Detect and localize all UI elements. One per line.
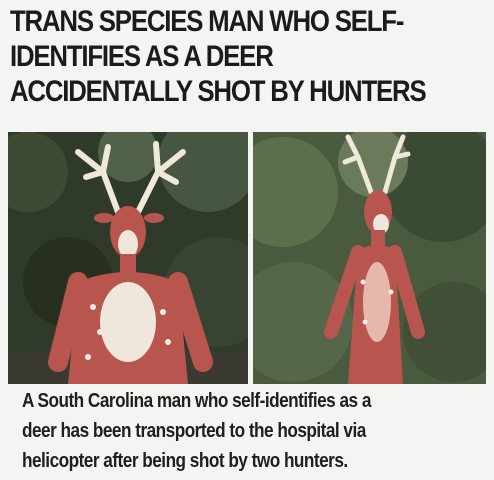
headline: TRANS SPECIES MAN WHO SELF- IDENTIFIES A… <box>10 4 427 109</box>
caption: A South Carolina man who self-identifies… <box>22 386 426 476</box>
caption-line: deer has been transported to the hospita… <box>22 420 366 442</box>
deer-costume-photo-left <box>8 132 248 384</box>
headline-line: IDENTIFIES AS A DEER <box>10 40 274 73</box>
headline-line: ACCIDENTALLY SHOT BY HUNTERS <box>10 75 427 108</box>
caption-line: A South Carolina man who self-identifies… <box>22 390 371 412</box>
headline-line: TRANS SPECIES MAN WHO SELF- <box>10 5 404 38</box>
photo-right <box>253 132 486 384</box>
caption-line: helicopter after being shot by two hunte… <box>22 450 348 472</box>
photo-left <box>8 132 248 384</box>
deer-costume-photo-right <box>253 132 486 384</box>
